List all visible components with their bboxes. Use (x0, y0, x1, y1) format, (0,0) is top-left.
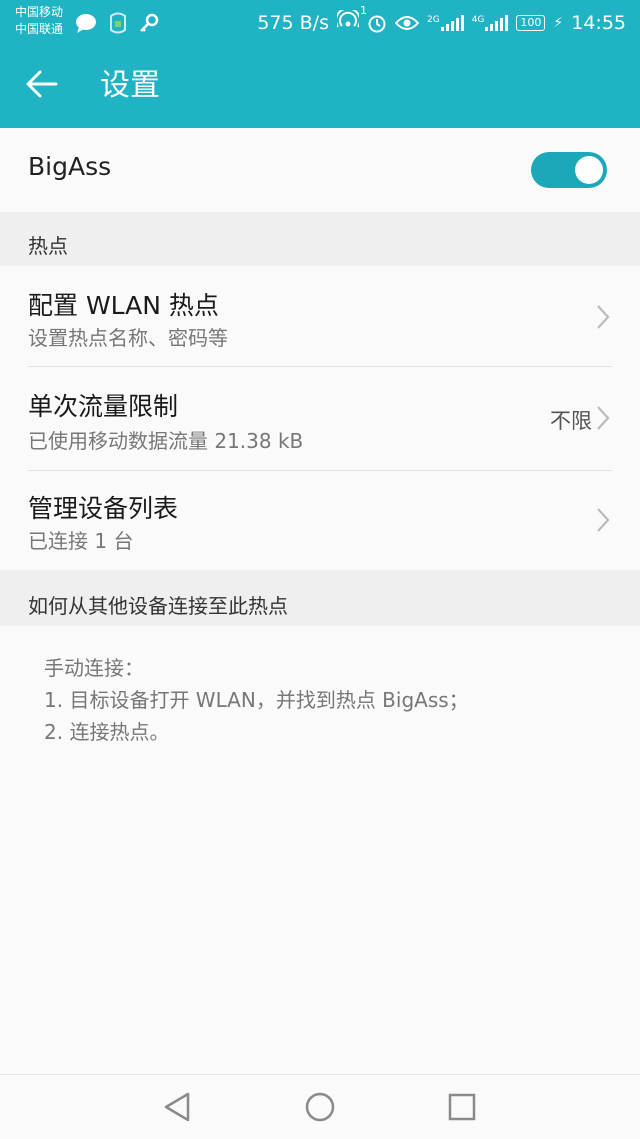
clock: 14:55 (571, 11, 626, 34)
hotspot-badge: 1 (359, 4, 367, 17)
hotspot-status-icon: 1 (335, 4, 367, 35)
item-title: 单次流量限制 (28, 392, 179, 421)
chevron-right-icon (597, 305, 610, 329)
signal-bars-icon (485, 14, 509, 31)
chat-bubble-icon (76, 14, 96, 33)
configure-wlan-hotspot-item[interactable]: 配置 WLAN 热点 设置热点名称、密码等 (0, 266, 640, 366)
eye-comfort-icon (394, 15, 419, 30)
help-line: 1. 目标设备打开 WLAN，并找到热点 BigAss； (44, 688, 469, 712)
back-button[interactable] (22, 64, 70, 108)
app-notification-icon (110, 12, 127, 34)
nav-recents-icon (448, 1093, 476, 1121)
nav-back-icon (164, 1092, 190, 1122)
hotspot-toggle[interactable] (531, 152, 607, 188)
connection-instructions: 手动连接： 1. 目标设备打开 WLAN，并找到热点 BigAss； 2. 连接… (44, 652, 469, 748)
status-bar: 中国移动 中国联通 575 B/s 1 2G 4G 100 ⚡ 14:55 (0, 0, 640, 44)
network-speed: 575 B/s (257, 11, 329, 34)
data-limit-item[interactable]: 单次流量限制 已使用移动数据流量 21.38 kB 不限 (0, 367, 640, 470)
system-nav-bar (0, 1074, 640, 1139)
section-header-howto: 如何从其他设备连接至此热点 (0, 570, 640, 626)
app-bar: 设置 (0, 44, 640, 128)
nav-home-icon (305, 1092, 335, 1122)
carrier-info: 中国移动 中国联通 (15, 4, 63, 38)
nav-recents-button[interactable] (442, 1089, 482, 1125)
item-subtitle: 设置热点名称、密码等 (28, 326, 228, 350)
section-title: 如何从其他设备连接至此热点 (28, 594, 288, 618)
item-subtitle: 已使用移动数据流量 21.38 kB (28, 429, 304, 453)
key-icon (140, 13, 159, 32)
back-arrow-icon (26, 70, 58, 98)
nav-home-button[interactable] (300, 1089, 340, 1125)
charging-icon: ⚡ (553, 14, 564, 31)
carrier-1: 中国移动 (15, 5, 64, 19)
hotspot-master-row: BigAss (0, 128, 640, 212)
chevron-right-icon (597, 508, 610, 532)
toggle-knob (575, 156, 603, 184)
signal-4g: 4G (472, 14, 509, 31)
item-title: 配置 WLAN 热点 (28, 291, 219, 320)
nav-back-button[interactable] (158, 1089, 198, 1125)
battery-icon: 100 (516, 14, 546, 31)
chevron-right-icon (597, 406, 610, 430)
section-header-hotspot: 热点 (0, 212, 640, 266)
help-line: 2. 连接热点。 (44, 720, 170, 744)
item-subtitle: 已连接 1 台 (28, 529, 134, 553)
notification-icons (75, 12, 159, 34)
page-title: 设置 (100, 68, 160, 103)
help-line: 手动连接： (44, 656, 144, 680)
hotspot-name-label: BigAss (28, 152, 112, 181)
manage-devices-item[interactable]: 管理设备列表 已连接 1 台 (0, 471, 640, 570)
section-title: 热点 (28, 234, 68, 258)
item-value: 不限 (550, 409, 592, 433)
signal-2g: 2G (427, 14, 464, 31)
item-title: 管理设备列表 (28, 494, 179, 523)
alarm-icon (368, 15, 386, 32)
status-icons: 575 B/s 1 2G 4G 100 ⚡ 14:55 (257, 4, 626, 35)
carrier-2: 中国联通 (15, 22, 64, 36)
signal-bars-icon (440, 14, 464, 31)
